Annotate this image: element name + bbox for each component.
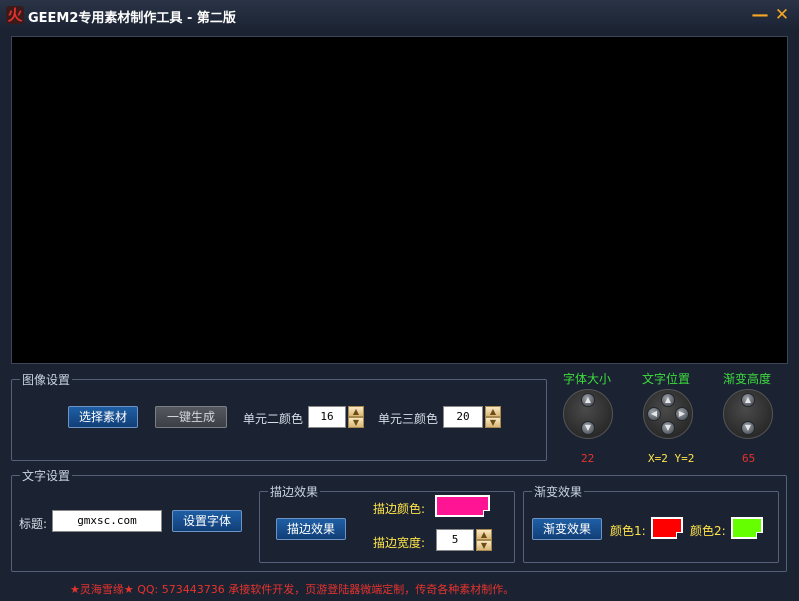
gradient-color1-swatch[interactable]	[651, 517, 683, 539]
gradient-height-label: 渐变高度	[723, 372, 772, 386]
window-title: GEEM2专用素材制作工具 - 第二版	[28, 11, 236, 26]
unit2-color-label: 单元二颜色	[243, 412, 304, 426]
one-click-generate-button[interactable]: 一键生成	[155, 406, 227, 428]
unit3-color-stepper[interactable]: ▲ ▼	[485, 406, 501, 428]
app-logo-icon: 火	[6, 6, 24, 24]
gradient-height-dial[interactable]: ▲ ▼	[723, 389, 773, 439]
unit3-color-label: 单元三颜色	[378, 412, 439, 426]
gradient-color2-label: 颜色2:	[690, 524, 726, 538]
preview-canvas	[11, 36, 788, 364]
set-font-button[interactable]: 设置字体	[172, 510, 242, 532]
dial-left-icon[interactable]: ◀	[647, 407, 661, 421]
stroke-width-label: 描边宽度:	[373, 536, 426, 550]
dial-down-icon[interactable]: ▼	[741, 421, 755, 435]
footer-credit: ★灵海雪缘★ QQ: 573443736 承接软件开发，页游登陆器微端定制，传奇…	[70, 583, 515, 596]
spin-up-icon[interactable]: ▲	[348, 406, 364, 417]
gradient-effect-button[interactable]: 渐变效果	[532, 518, 602, 540]
spin-down-icon[interactable]: ▼	[485, 417, 501, 428]
image-settings-title: 图像设置	[20, 371, 73, 388]
close-button[interactable]: ✕	[772, 5, 792, 25]
font-size-label: 字体大小	[563, 372, 612, 386]
gradient-effect-title: 渐变效果	[532, 483, 585, 500]
text-settings-title: 文字设置	[20, 467, 73, 484]
dial-up-icon[interactable]: ▲	[661, 393, 675, 407]
spin-up-icon[interactable]: ▲	[476, 529, 492, 540]
stroke-width-input[interactable]: 5	[436, 529, 474, 551]
gradient-color1-label: 颜色1:	[610, 524, 646, 538]
stroke-color-label: 描边颜色:	[373, 502, 426, 516]
caption-label: 标题:	[19, 517, 48, 531]
spin-up-icon[interactable]: ▲	[485, 406, 501, 417]
dial-down-icon[interactable]: ▼	[661, 421, 675, 435]
unit3-color-input[interactable]: 20	[443, 406, 483, 428]
minimize-button[interactable]: —	[750, 5, 770, 25]
text-position-dial[interactable]: ▲ ▼ ◀ ▶	[643, 389, 693, 439]
gradient-color2-swatch[interactable]	[731, 517, 763, 539]
dial-down-icon[interactable]: ▼	[581, 421, 595, 435]
spin-down-icon[interactable]: ▼	[476, 540, 492, 551]
title-bar: 火 GEEM2专用素材制作工具 - 第二版 — ✕	[0, 0, 799, 30]
text-position-label: 文字位置	[642, 372, 691, 386]
text-position-value: X=2 Y=2	[648, 452, 695, 465]
dial-up-icon[interactable]: ▲	[581, 393, 595, 407]
font-size-value: 22	[581, 452, 595, 465]
stroke-color-swatch[interactable]	[435, 495, 490, 517]
stroke-effect-title: 描边效果	[268, 483, 321, 500]
spin-down-icon[interactable]: ▼	[348, 417, 364, 428]
font-size-dial[interactable]: ▲ ▼	[563, 389, 613, 439]
unit2-color-stepper[interactable]: ▲ ▼	[348, 406, 364, 428]
dial-right-icon[interactable]: ▶	[675, 407, 689, 421]
caption-input[interactable]: gmxsc.com	[52, 510, 162, 532]
stroke-effect-button[interactable]: 描边效果	[276, 518, 346, 540]
gradient-height-value: 65	[742, 452, 756, 465]
dial-up-icon[interactable]: ▲	[741, 393, 755, 407]
select-material-button[interactable]: 选择素材	[68, 406, 138, 428]
stroke-width-stepper[interactable]: ▲ ▼	[476, 529, 492, 551]
unit2-color-input[interactable]: 16	[308, 406, 346, 428]
